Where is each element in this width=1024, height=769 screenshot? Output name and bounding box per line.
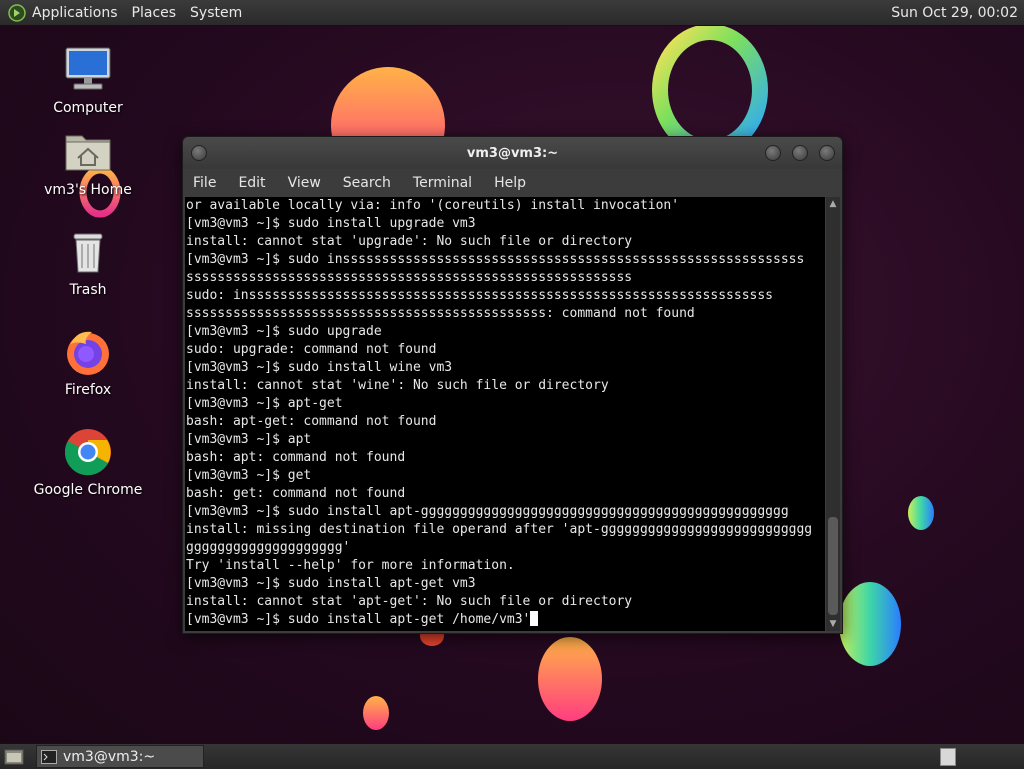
window-titlebar[interactable]: vm3@vm3:~ bbox=[183, 137, 842, 169]
desktop-icon-trash[interactable]: Trash bbox=[28, 226, 148, 298]
terminal-line: bash: get: command not found bbox=[186, 486, 406, 501]
terminal-icon bbox=[41, 749, 57, 764]
terminal-line: [vm3@vm3 ~]$ sudo install upgrade vm3 bbox=[186, 216, 476, 231]
terminal-line: [vm3@vm3 ~]$ sudo inssssssssssssssssssss… bbox=[186, 252, 805, 267]
menu-search[interactable]: Search bbox=[343, 175, 391, 191]
terminal-line: ssssssssssssssssssssssssssssssssssssssss… bbox=[186, 270, 633, 285]
terminal-line: [vm3@vm3 ~]$ sudo install apt-get vm3 bbox=[186, 576, 476, 591]
system-menu[interactable]: System bbox=[190, 5, 242, 21]
terminal-line: or available locally via: info '(coreuti… bbox=[186, 198, 680, 213]
clock[interactable]: Sun Oct 29, 00:02 bbox=[891, 5, 1018, 21]
desktop-icon-home[interactable]: vm3's Home bbox=[28, 126, 148, 198]
show-desktop-icon[interactable] bbox=[4, 748, 24, 766]
terminal-line: [vm3@vm3 ~]$ sudo upgrade bbox=[186, 324, 382, 339]
terminal-line: [vm3@vm3 ~]$ sudo install apt-gggggggggg… bbox=[186, 504, 789, 519]
desktop-icon-label: vm3's Home bbox=[44, 182, 132, 198]
applications-menu[interactable]: Applications bbox=[32, 5, 118, 21]
scroll-down-icon[interactable]: ▼ bbox=[826, 617, 840, 631]
terminal-scrollbar[interactable]: ▲ ▼ bbox=[826, 197, 840, 631]
home-folder-icon bbox=[65, 135, 111, 171]
text-cursor bbox=[530, 611, 539, 626]
window-title: vm3@vm3:~ bbox=[466, 145, 559, 161]
terminal-line: [vm3@vm3 ~]$ sudo install apt-get /home/… bbox=[186, 612, 531, 627]
bottom-panel: vm3@vm3:~ bbox=[0, 743, 1024, 769]
desktop-icon-computer[interactable]: Computer bbox=[28, 44, 148, 116]
terminal-line: sudo: upgrade: command not found bbox=[186, 342, 437, 357]
terminal-menubar: File Edit View Search Terminal Help bbox=[183, 169, 842, 197]
workspace-switcher[interactable] bbox=[940, 748, 956, 766]
menu-file[interactable]: File bbox=[193, 175, 216, 191]
desktop-icon-label: Firefox bbox=[64, 382, 112, 398]
distro-logo-icon[interactable] bbox=[8, 3, 26, 22]
computer-icon bbox=[65, 47, 111, 90]
terminal-window[interactable]: vm3@vm3:~ File Edit View Search Terminal… bbox=[182, 136, 843, 634]
desktop-icon-firefox[interactable]: Firefox bbox=[28, 326, 148, 398]
menu-view[interactable]: View bbox=[288, 175, 321, 191]
terminal-line: install: cannot stat 'wine': No such fil… bbox=[186, 378, 609, 393]
scroll-up-icon[interactable]: ▲ bbox=[826, 197, 840, 211]
desktop-icon-label: Trash bbox=[69, 282, 107, 298]
terminal-line: [vm3@vm3 ~]$ get bbox=[186, 468, 312, 483]
desktop-icon-chrome[interactable]: Google Chrome bbox=[28, 426, 148, 498]
desktop-icon-label: Google Chrome bbox=[33, 482, 143, 498]
taskbar-terminal-button[interactable]: vm3@vm3:~ bbox=[36, 745, 204, 768]
terminal-line: install: cannot stat 'upgrade': No such … bbox=[186, 234, 633, 249]
menu-terminal[interactable]: Terminal bbox=[413, 175, 472, 191]
window-menu-icon[interactable] bbox=[191, 145, 207, 161]
terminal-line: Try 'install --help' for more informatio… bbox=[186, 558, 515, 573]
terminal-output[interactable]: or available locally via: info '(coreuti… bbox=[185, 197, 825, 631]
terminal-line: [vm3@vm3 ~]$ sudo install wine vm3 bbox=[186, 360, 453, 375]
terminal-line: bash: apt: command not found bbox=[186, 450, 406, 465]
close-icon[interactable] bbox=[819, 145, 835, 161]
terminal-line: sudo: inssssssssssssssssssssssssssssssss… bbox=[186, 288, 773, 303]
scrollbar-thumb[interactable] bbox=[828, 517, 838, 615]
terminal-line: ssssssssssssssssssssssssssssssssssssssss… bbox=[186, 306, 695, 321]
taskbar-label: vm3@vm3:~ bbox=[63, 748, 156, 765]
chrome-icon bbox=[64, 429, 111, 476]
desktop-icon-label: Computer bbox=[53, 100, 123, 116]
terminal-line: bash: apt-get: command not found bbox=[186, 414, 437, 429]
maximize-icon[interactable] bbox=[792, 145, 808, 161]
terminal-line: [vm3@vm3 ~]$ apt-get bbox=[186, 396, 343, 411]
terminal-line: gggggggggggggggggggg' bbox=[186, 540, 351, 555]
terminal-line: [vm3@vm3 ~]$ apt bbox=[186, 432, 312, 447]
menu-edit[interactable]: Edit bbox=[238, 175, 265, 191]
places-menu[interactable]: Places bbox=[132, 5, 177, 21]
trash-icon bbox=[73, 233, 103, 273]
terminal-line: install: missing destination file operan… bbox=[186, 522, 813, 537]
terminal-line: install: cannot stat 'apt-get': No such … bbox=[186, 594, 633, 609]
minimize-icon[interactable] bbox=[765, 145, 781, 161]
menu-help[interactable]: Help bbox=[494, 175, 526, 191]
top-panel: Applications Places System Sun Oct 29, 0… bbox=[0, 0, 1024, 26]
terminal-text: or available locally via: info '(coreuti… bbox=[185, 197, 825, 629]
firefox-icon bbox=[67, 331, 109, 375]
